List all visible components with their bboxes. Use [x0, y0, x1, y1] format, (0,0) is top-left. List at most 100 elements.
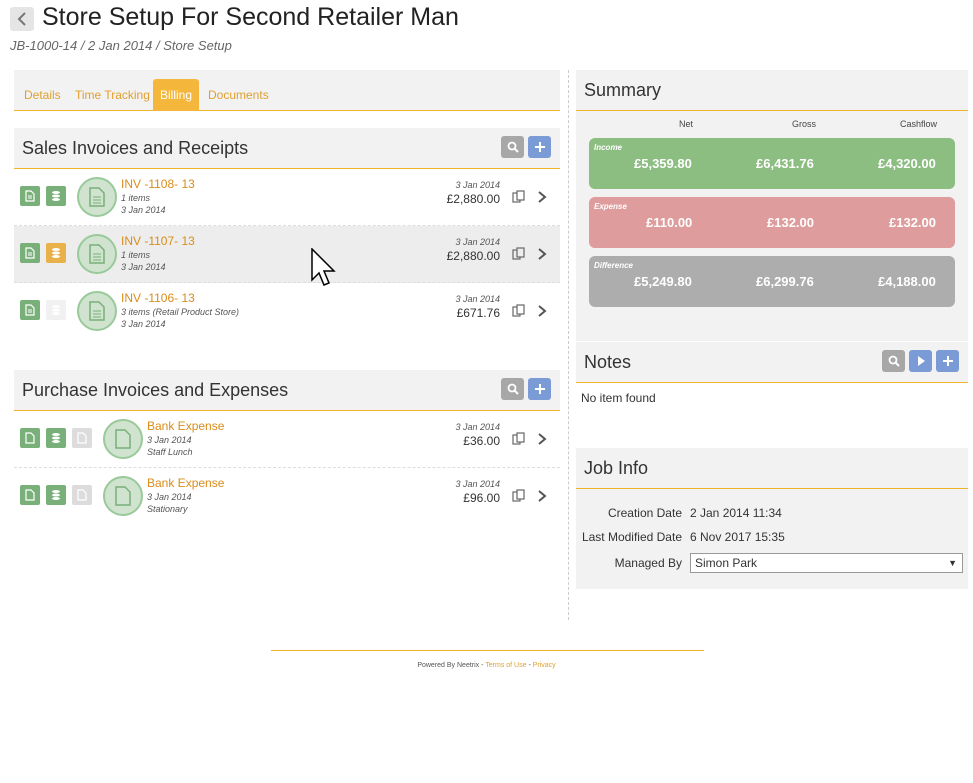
sales-row[interactable]: INV -1106- 13 3 items (Retail Product St… — [14, 283, 560, 340]
footer-divider — [271, 650, 704, 651]
terms-link[interactable]: Terms of Use — [485, 662, 526, 669]
sales-search-button[interactable] — [501, 136, 524, 158]
page-title: Store Setup For Second Retailer Man — [42, 3, 459, 31]
copy-icon[interactable] — [512, 247, 526, 261]
payment-stack-icon[interactable] — [46, 243, 66, 263]
invoice-title-link[interactable]: INV -1106- 13 — [121, 291, 195, 305]
pdf-icon[interactable] — [72, 428, 92, 448]
back-button[interactable] — [10, 7, 34, 31]
notes-add-button[interactable] — [936, 350, 959, 372]
invoice-title-link[interactable]: INV -1107- 13 — [121, 234, 195, 248]
sales-add-button[interactable] — [528, 136, 551, 158]
creation-date-value: 2 Jan 2014 11:34 — [690, 506, 782, 520]
sidebar-panel: Summary Net Gross Cashflow Income £5,359… — [576, 70, 968, 589]
income-gross: £6,431.76 — [756, 156, 814, 171]
difference-gross: £6,299.76 — [756, 274, 814, 289]
search-icon — [507, 383, 519, 395]
difference-net: £5,249.80 — [634, 274, 692, 289]
expense-date: 3 Jan 2014 — [147, 492, 192, 502]
tab-documents[interactable]: Documents — [202, 79, 275, 111]
income-net: £5,359.80 — [634, 156, 692, 171]
chevron-right-icon[interactable] — [536, 489, 548, 503]
invoice-doc-icon[interactable] — [20, 300, 40, 320]
copy-icon[interactable] — [512, 489, 526, 503]
expense-card: Expense £110.00 £132.00 £132.00 — [589, 197, 955, 248]
expense-doc-icon[interactable] — [20, 428, 40, 448]
payment-stack-icon[interactable] — [46, 485, 66, 505]
expense-date: 3 Jan 2014 — [147, 435, 192, 445]
row-amount: £2,880.00 — [446, 249, 500, 263]
modified-date-label: Last Modified Date — [581, 530, 682, 544]
modified-date-value: 6 Nov 2017 15:35 — [690, 530, 785, 544]
sales-row[interactable]: INV -1107- 13 1 items 3 Jan 2014 3 Jan 2… — [14, 226, 560, 283]
invoice-date: 3 Jan 2014 — [121, 262, 166, 272]
expense-net: £110.00 — [646, 215, 693, 230]
expense-doc-icon[interactable] — [20, 485, 40, 505]
document-icon — [103, 419, 143, 459]
row-date: 3 Jan 2014 — [455, 180, 500, 190]
expense-gross: £132.00 — [767, 215, 814, 230]
row-date: 3 Jan 2014 — [455, 237, 500, 247]
invoice-doc-icon[interactable] — [20, 186, 40, 206]
invoice-title-link[interactable]: INV -1108- 13 — [121, 177, 195, 191]
payment-stack-icon[interactable] — [46, 428, 66, 448]
mouse-cursor-icon — [311, 248, 336, 286]
expense-title-link[interactable]: Bank Expense — [147, 419, 224, 433]
copy-icon[interactable] — [512, 432, 526, 446]
summary-header: Summary — [576, 70, 968, 111]
purchases-search-button[interactable] — [501, 378, 524, 400]
chevron-right-icon[interactable] — [536, 247, 548, 261]
plus-icon — [534, 142, 545, 152]
tab-bar: Details Time Tracking Billing Documents — [14, 70, 560, 111]
sales-section-title: Sales Invoices and Receipts — [22, 138, 249, 158]
search-icon — [888, 355, 900, 367]
row-amount: £36.00 — [463, 434, 500, 448]
breadcrumb: JB-1000-14 / 2 Jan 2014 / Store Setup — [10, 38, 232, 53]
tab-time-tracking[interactable]: Time Tracking — [69, 79, 156, 111]
purchases-section-header: Purchase Invoices and Expenses — [14, 370, 560, 411]
difference-cashflow: £4,188.00 — [878, 274, 936, 289]
purchase-row[interactable]: Bank Expense 3 Jan 2014 Staff Lunch 3 Ja… — [14, 411, 560, 468]
chevron-right-icon[interactable] — [536, 190, 548, 204]
income-card: Income £5,359.80 £6,431.76 £4,320.00 — [589, 138, 955, 189]
chevron-right-icon[interactable] — [536, 432, 548, 446]
expense-description: Staff Lunch — [147, 447, 193, 457]
difference-card: Difference £5,249.80 £6,299.76 £4,188.00 — [589, 256, 955, 307]
managed-by-value: Simon Park — [695, 556, 758, 570]
chevron-left-icon — [17, 12, 26, 26]
payment-stack-icon[interactable] — [46, 186, 66, 206]
creation-date-label: Creation Date — [607, 506, 682, 520]
expense-title-link[interactable]: Bank Expense — [147, 476, 224, 490]
document-icon — [77, 177, 117, 217]
search-icon — [507, 141, 519, 153]
purchase-row[interactable]: Bank Expense 3 Jan 2014 Stationary 3 Jan… — [14, 468, 560, 525]
notes-play-button[interactable] — [909, 350, 932, 372]
copy-icon[interactable] — [512, 304, 526, 318]
notes-search-button[interactable] — [882, 350, 905, 372]
sales-section-header: Sales Invoices and Receipts — [14, 128, 560, 169]
invoice-date: 3 Jan 2014 — [121, 319, 166, 329]
payment-stack-icon[interactable] — [46, 300, 66, 320]
notes-body: No item found — [576, 383, 968, 448]
tab-details[interactable]: Details — [18, 79, 67, 111]
invoice-date: 3 Jan 2014 — [121, 205, 166, 215]
purchases-add-button[interactable] — [528, 378, 551, 400]
document-icon — [103, 476, 143, 516]
plus-icon — [534, 384, 545, 394]
notes-header: Notes — [576, 342, 968, 383]
footer-powered-by: Powered By Neetrix - — [417, 662, 486, 669]
invoice-item-count: 1 items — [121, 193, 151, 203]
pdf-icon[interactable] — [72, 485, 92, 505]
invoice-item-count: 1 items — [121, 250, 151, 260]
copy-icon[interactable] — [512, 190, 526, 204]
column-divider — [568, 70, 569, 620]
chevron-right-icon[interactable] — [536, 304, 548, 318]
managed-by-select[interactable]: Simon Park ▼ — [690, 553, 963, 573]
privacy-link[interactable]: Privacy — [533, 662, 556, 669]
play-icon — [917, 356, 925, 366]
row-date: 3 Jan 2014 — [455, 479, 500, 489]
document-icon — [77, 291, 117, 331]
tab-billing[interactable]: Billing — [153, 79, 200, 111]
sales-row[interactable]: INV -1108- 13 1 items 3 Jan 2014 3 Jan 2… — [14, 169, 560, 226]
invoice-doc-icon[interactable] — [20, 243, 40, 263]
